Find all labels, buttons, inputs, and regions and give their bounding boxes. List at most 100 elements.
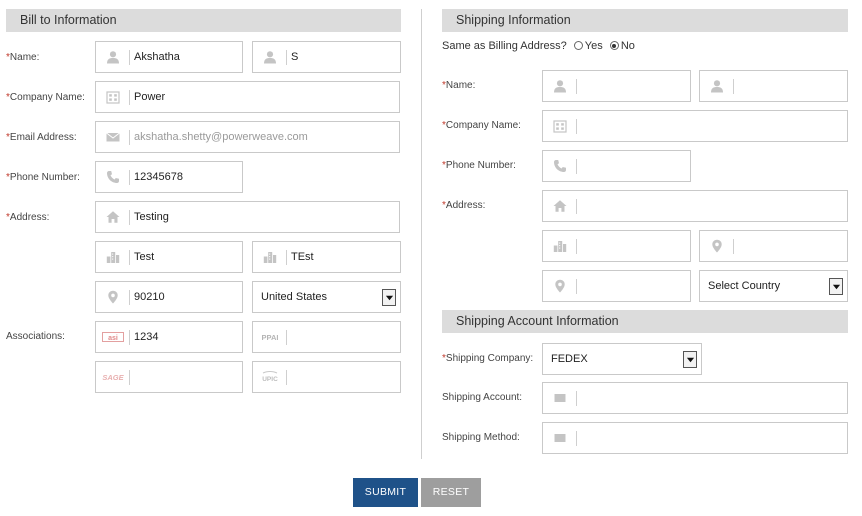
- svg-text:SAGE: SAGE: [102, 373, 124, 382]
- box-icon: [543, 423, 577, 453]
- shipping-address1-input[interactable]: [542, 190, 848, 222]
- shipping-country-select[interactable]: Select Country: [699, 270, 848, 302]
- billing-zip-input[interactable]: 90210: [95, 281, 243, 313]
- same-as-billing-no-label: No: [620, 40, 635, 52]
- asi-logo-icon: asi: [96, 322, 130, 352]
- shipping-account-value: [581, 383, 843, 413]
- ppai-number-value: [291, 322, 396, 352]
- billing-company-value: Power: [134, 91, 166, 103]
- shipping-address1-value: [581, 191, 843, 221]
- billing-phone-label: *Phone Number:: [6, 172, 80, 183]
- shipping-company-label: *Company Name:: [442, 120, 521, 131]
- reset-button[interactable]: RESET: [421, 478, 481, 507]
- billing-email-input[interactable]: akshatha.shetty@powerweave.com: [95, 121, 400, 153]
- billing-email-value: akshatha.shetty@powerweave.com: [134, 131, 308, 143]
- user-icon: [253, 42, 287, 72]
- location-pin-icon: [543, 271, 577, 301]
- shipping-account-label: Shipping Account:: [442, 392, 523, 403]
- billing-first-name-value: Akshatha: [134, 51, 180, 63]
- svg-text:PPAI: PPAI: [262, 333, 279, 342]
- billing-address2-input[interactable]: Test: [95, 241, 243, 273]
- shipping-country-value: Select Country: [708, 280, 781, 292]
- shipping-first-name-value: [581, 71, 686, 101]
- shipping-address2-value: [581, 231, 686, 261]
- same-as-billing-yes-label: Yes: [584, 40, 603, 52]
- billing-section-header: Bill to Information: [6, 9, 401, 32]
- city-icon: [96, 242, 130, 272]
- shipping-city-value: [738, 231, 843, 261]
- same-as-billing-no-radio[interactable]: [609, 41, 619, 50]
- svg-text:asi: asi: [108, 335, 118, 342]
- billing-company-label: *Company Name:: [6, 92, 85, 103]
- sage-number-value: [134, 362, 238, 392]
- box-icon: [543, 383, 577, 413]
- billing-address2-value: Test: [134, 251, 155, 263]
- billing-country-select[interactable]: United States: [252, 281, 401, 313]
- billing-address1-value: Testing: [134, 211, 169, 223]
- shipping-company-select[interactable]: FEDEX: [542, 343, 702, 375]
- shipping-section-header: Shipping Information: [442, 9, 848, 32]
- shipping-phone-label: *Phone Number:: [442, 160, 516, 171]
- shipping-company-value: [581, 111, 843, 141]
- chevron-down-icon[interactable]: [382, 289, 396, 306]
- upic-logo-icon: UPIC: [253, 362, 287, 392]
- same-as-billing-row: Same as Billing Address? Yes No: [442, 40, 635, 52]
- billing-address-label: *Address:: [6, 212, 50, 223]
- shipping-method-label: Shipping Method:: [442, 432, 520, 443]
- shipping-phone-value: [581, 151, 686, 181]
- shipping-phone-input[interactable]: [542, 150, 691, 182]
- submit-button[interactable]: SUBMIT: [353, 478, 418, 507]
- billing-last-name-value: S: [291, 51, 299, 63]
- shipping-company-input[interactable]: [542, 110, 848, 142]
- billing-phone-value: 12345678: [134, 171, 183, 183]
- home-icon: [96, 202, 130, 232]
- ppai-number-input[interactable]: PPAI: [252, 321, 401, 353]
- phone-icon: [96, 162, 130, 192]
- billing-country-value: United States: [261, 291, 328, 303]
- asi-number-input[interactable]: asi 1234: [95, 321, 243, 353]
- shipping-address2-input[interactable]: [542, 230, 691, 262]
- billing-first-name-input[interactable]: Akshatha: [95, 41, 243, 73]
- shipping-first-name-input[interactable]: [542, 70, 691, 102]
- shipping-city-input[interactable]: [699, 230, 848, 262]
- building-icon: [543, 111, 577, 141]
- column-divider: [421, 9, 422, 459]
- shipping-zip-value: [581, 271, 686, 301]
- shipping-name-label: *Name:: [442, 80, 476, 91]
- shipping-last-name-input[interactable]: [699, 70, 848, 102]
- billing-last-name-input[interactable]: S: [252, 41, 401, 73]
- billing-email-label: *Email Address:: [6, 132, 77, 143]
- billing-address1-input[interactable]: Testing: [95, 201, 400, 233]
- billing-city-input[interactable]: TEst: [252, 241, 401, 273]
- billing-phone-input[interactable]: 12345678: [95, 161, 243, 193]
- billing-associations-label: Associations:: [6, 331, 65, 342]
- same-as-billing-yes-radio[interactable]: [573, 41, 583, 50]
- shipping-last-name-value: [738, 71, 843, 101]
- shipping-method-value: [581, 423, 843, 453]
- city-icon: [543, 231, 577, 261]
- sage-number-input[interactable]: SAGE: [95, 361, 243, 393]
- shipping-address-label: *Address:: [442, 200, 486, 211]
- location-pin-icon: [96, 282, 130, 312]
- shipping-company-select-value: FEDEX: [551, 353, 588, 365]
- upic-number-value: [291, 362, 396, 392]
- user-icon: [700, 71, 734, 101]
- ppai-logo-icon: PPAI: [253, 322, 287, 352]
- shipping-account-section-header: Shipping Account Information: [442, 310, 848, 333]
- chevron-down-icon[interactable]: [829, 278, 843, 295]
- user-icon: [96, 42, 130, 72]
- shipping-zip-input[interactable]: [542, 270, 691, 302]
- city-icon: [253, 242, 287, 272]
- location-pin-icon: [700, 231, 734, 261]
- mail-icon: [96, 122, 130, 152]
- billing-name-label: *Name:: [6, 52, 40, 63]
- home-icon: [543, 191, 577, 221]
- upic-number-input[interactable]: UPIC: [252, 361, 401, 393]
- shipping-account-input[interactable]: [542, 382, 848, 414]
- billing-company-input[interactable]: Power: [95, 81, 400, 113]
- billing-zip-value: 90210: [134, 291, 165, 303]
- billing-city-value: TEst: [291, 251, 314, 263]
- shipping-method-input[interactable]: [542, 422, 848, 454]
- sage-logo-icon: SAGE: [96, 362, 130, 392]
- chevron-down-icon[interactable]: [683, 351, 697, 368]
